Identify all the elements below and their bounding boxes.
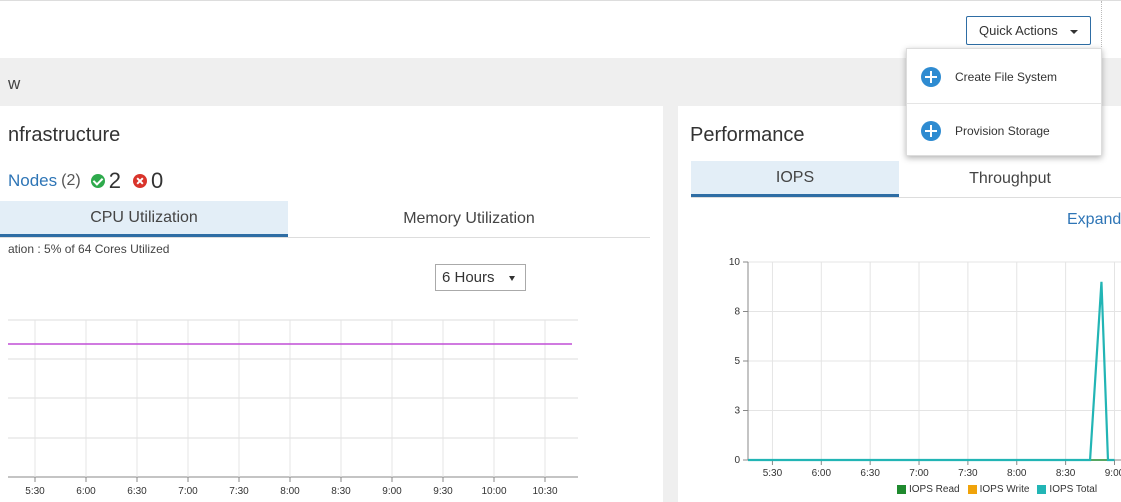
series-line-iops-total xyxy=(748,281,1115,462)
menu-item-provision-storage[interactable]: Provision Storage xyxy=(907,105,1101,157)
menu-divider xyxy=(907,103,1101,104)
x-tick-label: 7:00 xyxy=(178,486,198,497)
time-range-value: 6 Hours xyxy=(442,269,495,286)
expand-link[interactable]: Expand xyxy=(1067,211,1121,229)
x-tick-label: 6:00 xyxy=(76,486,96,497)
performance-title: Performance xyxy=(690,124,805,146)
menu-item-label: Create File System xyxy=(955,70,1058,84)
quick-actions-button[interactable]: Quick Actions xyxy=(966,16,1091,45)
tab-cpu-utilization[interactable]: CPU Utilization xyxy=(0,201,288,237)
x-tick-label: 10:30 xyxy=(532,486,557,497)
legend-item-iops-total: IOPS Total xyxy=(1037,484,1097,495)
page-title: w xyxy=(8,74,21,93)
error-circle-icon xyxy=(132,174,147,188)
cpu-utilization-chart: 5:30 6:00 6:30 7:00 7:30 8:00 8:30 9:00 9:30 10:0… xyxy=(8,319,578,497)
x-tick-label: 7:00 xyxy=(909,468,929,479)
utilization-tabs: CPU Utilization Memory Utilization xyxy=(0,201,650,238)
tab-throughput[interactable]: Throughput xyxy=(899,161,1121,197)
cpu-utilization-summary: ation : 5% of 64 Cores Utilized xyxy=(8,242,170,256)
x-tick-label: 6:00 xyxy=(812,468,832,479)
menu-item-create-file-system[interactable]: Create File System xyxy=(907,51,1101,103)
x-tick-label: 9:00 xyxy=(382,486,402,497)
legend-item-iops-write: IOPS Write xyxy=(967,484,1029,495)
quick-actions-label: Quick Actions xyxy=(979,23,1058,38)
nodes-ok-count: 2 xyxy=(108,168,121,193)
y-tick-label: 0 xyxy=(734,455,740,466)
plus-circle-icon xyxy=(921,121,941,141)
y-tick-label: 3 xyxy=(734,406,740,417)
x-tick-label: 10:00 xyxy=(481,486,506,497)
legend-swatch xyxy=(967,484,977,494)
nodes-error-count: 0 xyxy=(150,168,164,193)
iops-chart: 0 3 5 8 10 5:30 6:00 6:30 7:00 7:30 8:00 8:30 9:00 xyxy=(729,257,1121,479)
nodes-summary: Nodes (2) 2 0 xyxy=(8,168,171,194)
y-tick-label: 8 xyxy=(734,307,740,318)
y-tick-label: 5 xyxy=(734,356,740,367)
x-tick-label: 5:30 xyxy=(763,468,783,479)
x-tick-label: 8:30 xyxy=(1056,468,1076,479)
menu-item-label: Provision Storage xyxy=(955,124,1050,138)
x-tick-label: 8:00 xyxy=(280,486,300,497)
x-tick-label: 9:30 xyxy=(433,486,453,497)
quick-actions-menu: Create File System Provision Storage xyxy=(906,48,1102,156)
legend-swatch xyxy=(1037,484,1047,494)
x-tick-label: 8:00 xyxy=(1007,468,1027,479)
infrastructure-title: nfrastructure xyxy=(8,124,121,146)
tab-memory-utilization[interactable]: Memory Utilization xyxy=(288,201,650,237)
tab-iops[interactable]: IOPS xyxy=(691,161,899,197)
nodes-count: (2) xyxy=(61,172,81,189)
y-tick-label: 10 xyxy=(729,257,741,268)
x-tick-label: 7:30 xyxy=(958,468,978,479)
time-range-select[interactable]: 6 Hours xyxy=(435,264,526,291)
caret-down-icon xyxy=(1070,30,1078,34)
x-tick-label: 9:00 xyxy=(1105,468,1121,479)
performance-tabs: IOPS Throughput xyxy=(691,161,1121,198)
x-tick-label: 6:30 xyxy=(127,486,147,497)
legend-item-iops-read: IOPS Read xyxy=(897,484,960,495)
x-tick-label: 5:30 xyxy=(25,486,45,497)
card-gutter xyxy=(663,106,678,502)
x-tick-label: 6:30 xyxy=(860,468,880,479)
x-tick-label: 8:30 xyxy=(331,486,351,497)
iops-legend: IOPS Read IOPS Write IOPS Total xyxy=(897,484,1097,495)
plus-circle-icon xyxy=(921,67,941,87)
check-circle-icon xyxy=(90,174,105,188)
legend-swatch xyxy=(897,484,906,494)
x-tick-label: 7:30 xyxy=(229,486,249,497)
nodes-link[interactable]: Nodes xyxy=(8,171,57,191)
select-arrow-icon xyxy=(509,276,515,281)
